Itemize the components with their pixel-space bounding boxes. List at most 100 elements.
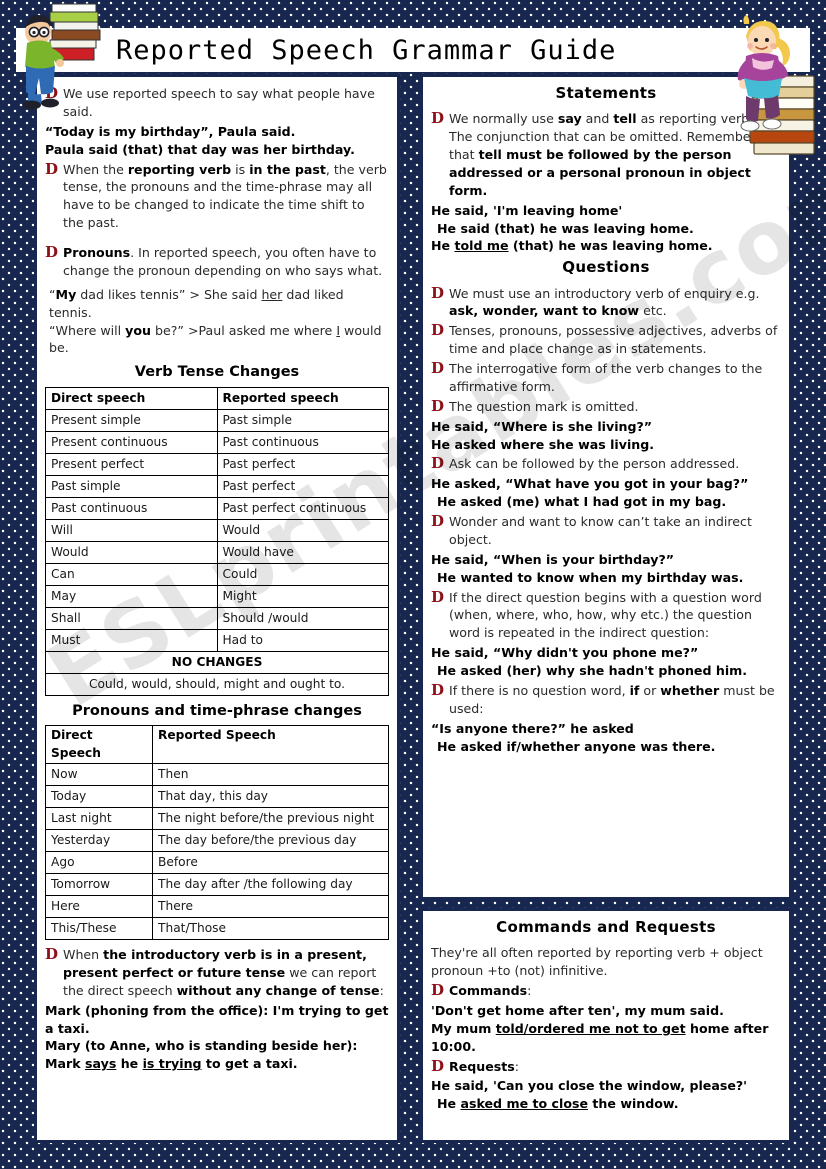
questions-b6: Wonder and want to know can’t take an in… [449,514,752,547]
table-cell: Before [152,851,389,875]
table-cell: Present perfect [45,452,218,476]
table-cell: That/Those [152,917,389,941]
questions-heading: Questions [562,258,650,277]
questions-ex3: He asked, “What have you got in your bag… [431,476,749,492]
questions-ex8: He asked (her) why she hadn't phoned him… [437,663,748,679]
bullet-d-icon: D [431,283,445,302]
column-header: Reported speech [216,386,389,410]
table-cell: Would [216,518,389,542]
bullet-d-icon: D [45,84,59,102]
bullet-d-icon: D [431,587,445,606]
bullet-item: D When the introductory verb is in a pre… [45,945,389,1000]
commands-heading: Commands and Requests [496,918,716,936]
bullet-item: D When the reporting verb is in the past… [45,159,389,233]
table-cell: Past continuous [45,496,218,520]
table-row: May Might [45,584,389,608]
table-cell: The day before/the previous day [152,829,389,853]
table-cell: Now [44,763,154,787]
commands-ex1: 'Don't get home after ten', my mum said. [431,1002,724,1018]
bullet-item: D The question mark is omitted. [431,397,781,416]
table-cell: Past perfect [216,474,389,498]
bullet-d-icon: D [45,243,59,261]
left-panel: D We use reported speech to say what peo… [34,74,400,1143]
questions-b5: Ask can be followed by the person addres… [449,456,740,472]
table-cell: Ago [44,851,154,875]
requests-ex1: He said, 'Can you close the window, plea… [431,1078,748,1094]
table-cell: Today [44,785,154,809]
table-cell: That day, this day [152,785,389,809]
bullet-d-icon: D [431,981,445,1000]
table-cell: Present continuous [45,430,218,454]
table-row: Today That day, this day [44,785,389,809]
table-row: This/These That/Those [44,917,389,941]
questions-b1: We must use an introductory verb of enqu… [449,285,760,319]
table-cell: Yesterday [44,829,154,853]
left-pronoun-ex1: “My dad likes tennis” > She said her dad… [49,286,344,320]
table-cell: Might [216,584,389,608]
table-row: Ago Before [44,851,389,875]
bullet-item: D We must use an introductory verb of en… [431,283,781,321]
table-row: Yesterday The day before/the previous day [44,829,389,853]
table-row: Tomorrow The day after /the following day [44,873,389,897]
bullet-item: D If there is no question word, if or wh… [431,681,781,718]
bullet-item: D We use reported speech to say what peo… [45,84,389,121]
table-row: Last night The night before/the previous … [44,807,389,831]
table-cell: Last night [44,807,154,831]
right-column: Statements D We normally use say and tel… [420,74,792,1143]
questions-b4: The question mark is omitted. [449,398,639,414]
table-row: Past simple Past perfect [45,474,389,498]
table-cell: Past simple [216,408,389,432]
statements-ex3: He told me (that) he was leaving home. [431,238,713,254]
questions-ex6: He wanted to know when my birthday was. [437,569,744,585]
statements-ex1: He said, 'I'm leaving home' [431,202,623,218]
table-cell: Past perfect continuous [216,496,389,520]
bullet-d-icon: D [431,109,445,128]
table-footer-row: Could, would, should, might and ought to… [45,673,389,696]
bullet-item: D Ask can be followed by the person addr… [431,455,781,473]
table-header-row: Direct speech Reported speech [45,386,389,410]
statements-heading: Statements [555,84,657,102]
table-row: Present perfect Past perfect [45,452,389,476]
table-row: Present continuous Past continuous [45,430,389,454]
pronoun-time-heading: Pronouns and time-phrase changes [72,702,362,719]
commands-label: Commands: [449,983,532,999]
table-cell: Would have [216,540,389,564]
time-phrase-table: Direct Speech Reported Speech Now Then Today T… [44,725,389,941]
left-pronoun-ex2: “Where will you be?” >Paul asked me wher… [49,322,382,356]
table-cell: The day after /the following day [152,873,389,897]
bullet-item: D Tenses, pronouns, possessive adjective… [431,322,781,358]
column-header: Reported Speech [152,725,389,765]
requests-label: Requests: [449,1058,520,1074]
bullet-d-icon: D [431,512,445,531]
table-cell: The night before/the previous night [152,807,389,831]
column-header: Direct speech [45,386,218,410]
table-cell: Past perfect [216,452,389,476]
verb-tense-table: Direct speech Reported speech Present simp… [45,386,389,696]
table-cell: Tomorrow [44,873,154,897]
left-intro-b2: When the reporting verb is in the past, … [63,161,387,231]
left-outro-text: When the introductory verb is in a prese… [63,947,384,998]
table-cell: Would [45,540,218,564]
statements-b1: We normally use say and tell as reportin… [449,111,760,198]
table-cell: Then [152,763,389,787]
questions-ex5: He said, “When is your birthday?” [431,551,675,567]
bullet-d-icon: D [45,159,59,178]
left-pronouns-text: Pronouns. In reported speech, you often … [63,245,383,278]
questions-ex9: “Is anyone there?” he asked [431,720,634,736]
table-cell: Should /would [216,606,389,630]
table-row: Must Had to [45,628,389,652]
left-column: D We use reported speech to say what peo… [34,74,400,1143]
questions-ex1: He said, “Where is she living?” [431,418,653,434]
questions-ex10: He asked if/whether anyone was there. [437,738,716,754]
bullet-item: D We normally use say and tell as report… [431,110,781,199]
table-row: Will Would [45,518,389,542]
questions-b3: The interrogative form of the verb chang… [449,361,763,394]
table-row: Would Would have [45,540,389,564]
table-cell: Could [216,562,389,586]
bullet-item: D Requests: [431,1057,781,1076]
table-row: Shall Should /would [45,606,389,630]
table-footer-row: NO CHANGES [45,650,389,674]
table-cell: Must [45,628,218,652]
left-outro-ex1: Mark (phoning from the office): I'm tryi… [45,1002,389,1036]
table-cell: Shall [45,606,218,630]
